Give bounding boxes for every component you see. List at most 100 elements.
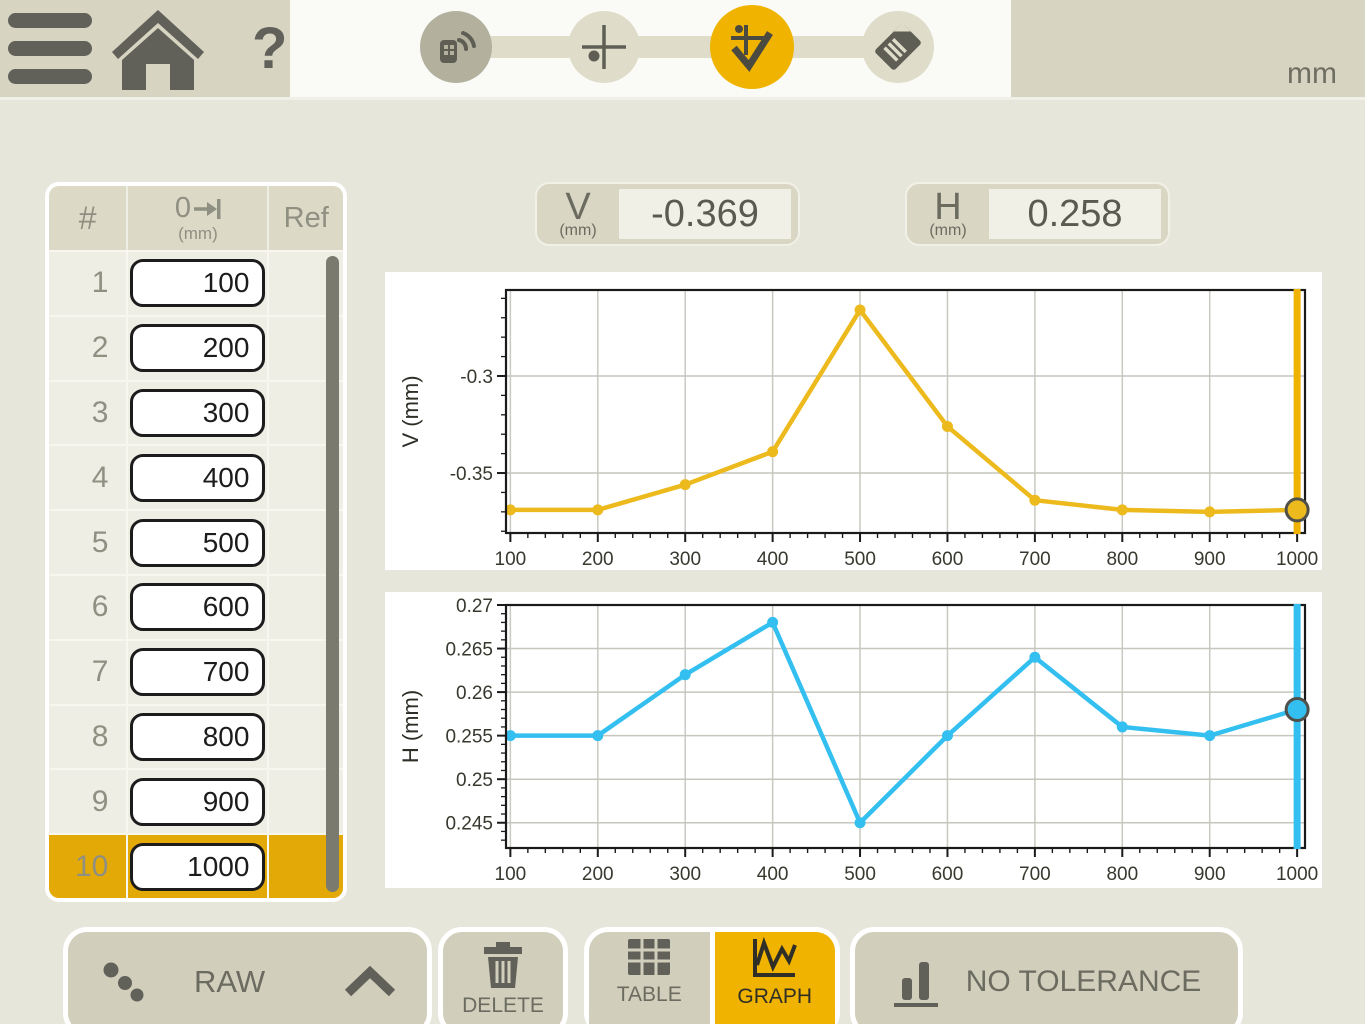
table-row[interactable]: 2200: [49, 315, 343, 380]
distance-cell: 400: [128, 446, 269, 509]
graph-label: GRAPH: [737, 985, 812, 1009]
workflow-step-measure-points[interactable]: [568, 11, 640, 83]
delete-button[interactable]: DELETE: [438, 927, 568, 1024]
svg-text:-0.3: -0.3: [460, 367, 493, 388]
table-row[interactable]: 8800: [49, 704, 343, 769]
svg-text:800: 800: [1106, 549, 1138, 570]
svg-text:400: 400: [757, 549, 789, 570]
v-chart: 1002003004005006007008009001000-0.3-0.35…: [385, 272, 1322, 570]
table-row[interactable]: 6600: [49, 574, 343, 639]
table-header: # 0 (mm) Ref: [49, 186, 343, 250]
distance-unit-label: (mm): [178, 225, 218, 242]
app-root: ?: [0, 0, 1365, 1024]
distance-cell: 500: [128, 511, 269, 574]
v-readout-value: -0.369: [619, 189, 791, 239]
distance-input[interactable]: 900: [130, 778, 265, 826]
workflow-connector: [480, 36, 580, 58]
table-view-button[interactable]: TABLE: [589, 932, 710, 1024]
svg-text:500: 500: [844, 549, 876, 570]
svg-text:1000: 1000: [1276, 864, 1318, 885]
svg-text:700: 700: [1019, 549, 1051, 570]
distance-input[interactable]: 300: [130, 389, 265, 437]
column-header-ref: Ref: [269, 186, 343, 250]
help-button[interactable]: ?: [252, 20, 287, 78]
h-chart: 10020030040050060070080090010000.270.265…: [385, 592, 1322, 888]
top-bar-right: mm: [1011, 0, 1365, 97]
points-table: # 0 (mm) Ref 110022003300440055006600770…: [45, 182, 347, 902]
distance-input[interactable]: 600: [130, 583, 265, 631]
row-number: 5: [49, 511, 128, 574]
workflow-step-report[interactable]: [862, 11, 934, 83]
arrow-to-bar-icon: [193, 198, 221, 220]
distance-input[interactable]: 400: [130, 454, 265, 502]
distance-cell: 800: [128, 706, 269, 769]
distance-input[interactable]: 800: [130, 713, 265, 761]
table-row[interactable]: 101000: [49, 833, 343, 898]
graph-icon: [751, 937, 799, 979]
svg-text:900: 900: [1194, 549, 1226, 570]
tolerance-button[interactable]: NO TOLERANCE: [850, 927, 1243, 1024]
record-values-check-icon: [726, 21, 778, 73]
table-row[interactable]: 9900: [49, 768, 343, 833]
row-number: 7: [49, 641, 128, 704]
table-row[interactable]: 3300: [49, 380, 343, 445]
svg-text:0.245: 0.245: [445, 814, 493, 835]
distance-input[interactable]: 700: [130, 648, 265, 696]
column-header-distance: 0 (mm): [128, 186, 269, 250]
table-row[interactable]: 5500: [49, 509, 343, 574]
svg-text:100: 100: [495, 549, 527, 570]
distance-cell: 300: [128, 382, 269, 445]
table-icon: [626, 937, 672, 977]
chevron-up-icon: [343, 966, 397, 998]
distance-cell: 900: [128, 770, 269, 833]
svg-text:0.26: 0.26: [456, 683, 493, 704]
distance-input[interactable]: 200: [130, 324, 265, 372]
raw-points-icon: [98, 957, 150, 1007]
workflow-step-measuring-unit[interactable]: [420, 11, 492, 83]
top-bar-left: ?: [0, 0, 290, 97]
row-number: 3: [49, 382, 128, 445]
svg-text:100: 100: [495, 864, 527, 885]
measure-points-icon: [579, 22, 629, 72]
graph-view-button[interactable]: GRAPH: [715, 932, 836, 1024]
home-icon[interactable]: [110, 8, 206, 90]
svg-text:0.27: 0.27: [456, 596, 493, 617]
table-row[interactable]: 1100: [49, 250, 343, 315]
svg-text:600: 600: [932, 549, 964, 570]
workflow-step-record-values[interactable]: [710, 5, 794, 89]
svg-text:H (mm): H (mm): [398, 690, 423, 763]
row-number: 9: [49, 770, 128, 833]
distance-input[interactable]: 500: [130, 519, 265, 567]
menu-icon[interactable]: [8, 13, 92, 84]
unit-label: mm: [1287, 57, 1337, 91]
distance-input[interactable]: 1000: [130, 843, 265, 891]
table-label: TABLE: [617, 983, 682, 1007]
svg-text:1000: 1000: [1276, 549, 1318, 570]
raw-dropdown-button[interactable]: RAW: [63, 927, 432, 1024]
row-number: 10: [49, 835, 128, 898]
table-row[interactable]: 7700: [49, 639, 343, 704]
distance-input[interactable]: 100: [130, 259, 265, 307]
svg-text:600: 600: [932, 864, 964, 885]
svg-text:0.25: 0.25: [456, 770, 493, 791]
column-header-index: #: [49, 186, 128, 250]
svg-text:500: 500: [844, 864, 876, 885]
distance-cell: 200: [128, 317, 269, 380]
distance-cell: 100: [128, 252, 269, 315]
table-scrollbar[interactable]: [326, 256, 339, 892]
tolerance-bars-icon: [892, 956, 940, 1008]
row-number: 2: [49, 317, 128, 380]
h-readout: H (mm) 0.258: [905, 182, 1170, 246]
row-number: 1: [49, 252, 128, 315]
distance-cell: 1000: [128, 835, 269, 898]
table-row[interactable]: 4400: [49, 444, 343, 509]
svg-text:400: 400: [757, 864, 789, 885]
tolerance-label: NO TOLERANCE: [966, 965, 1202, 999]
zero-label: 0: [175, 194, 191, 223]
top-bar: ?: [0, 0, 1365, 97]
h-readout-value: 0.258: [989, 189, 1161, 239]
svg-text:-0.35: -0.35: [450, 464, 493, 485]
table-rows: 1100220033004400550066007700880099001010…: [49, 250, 343, 898]
svg-text:200: 200: [582, 549, 614, 570]
v-readout-label: V (mm): [537, 184, 619, 244]
